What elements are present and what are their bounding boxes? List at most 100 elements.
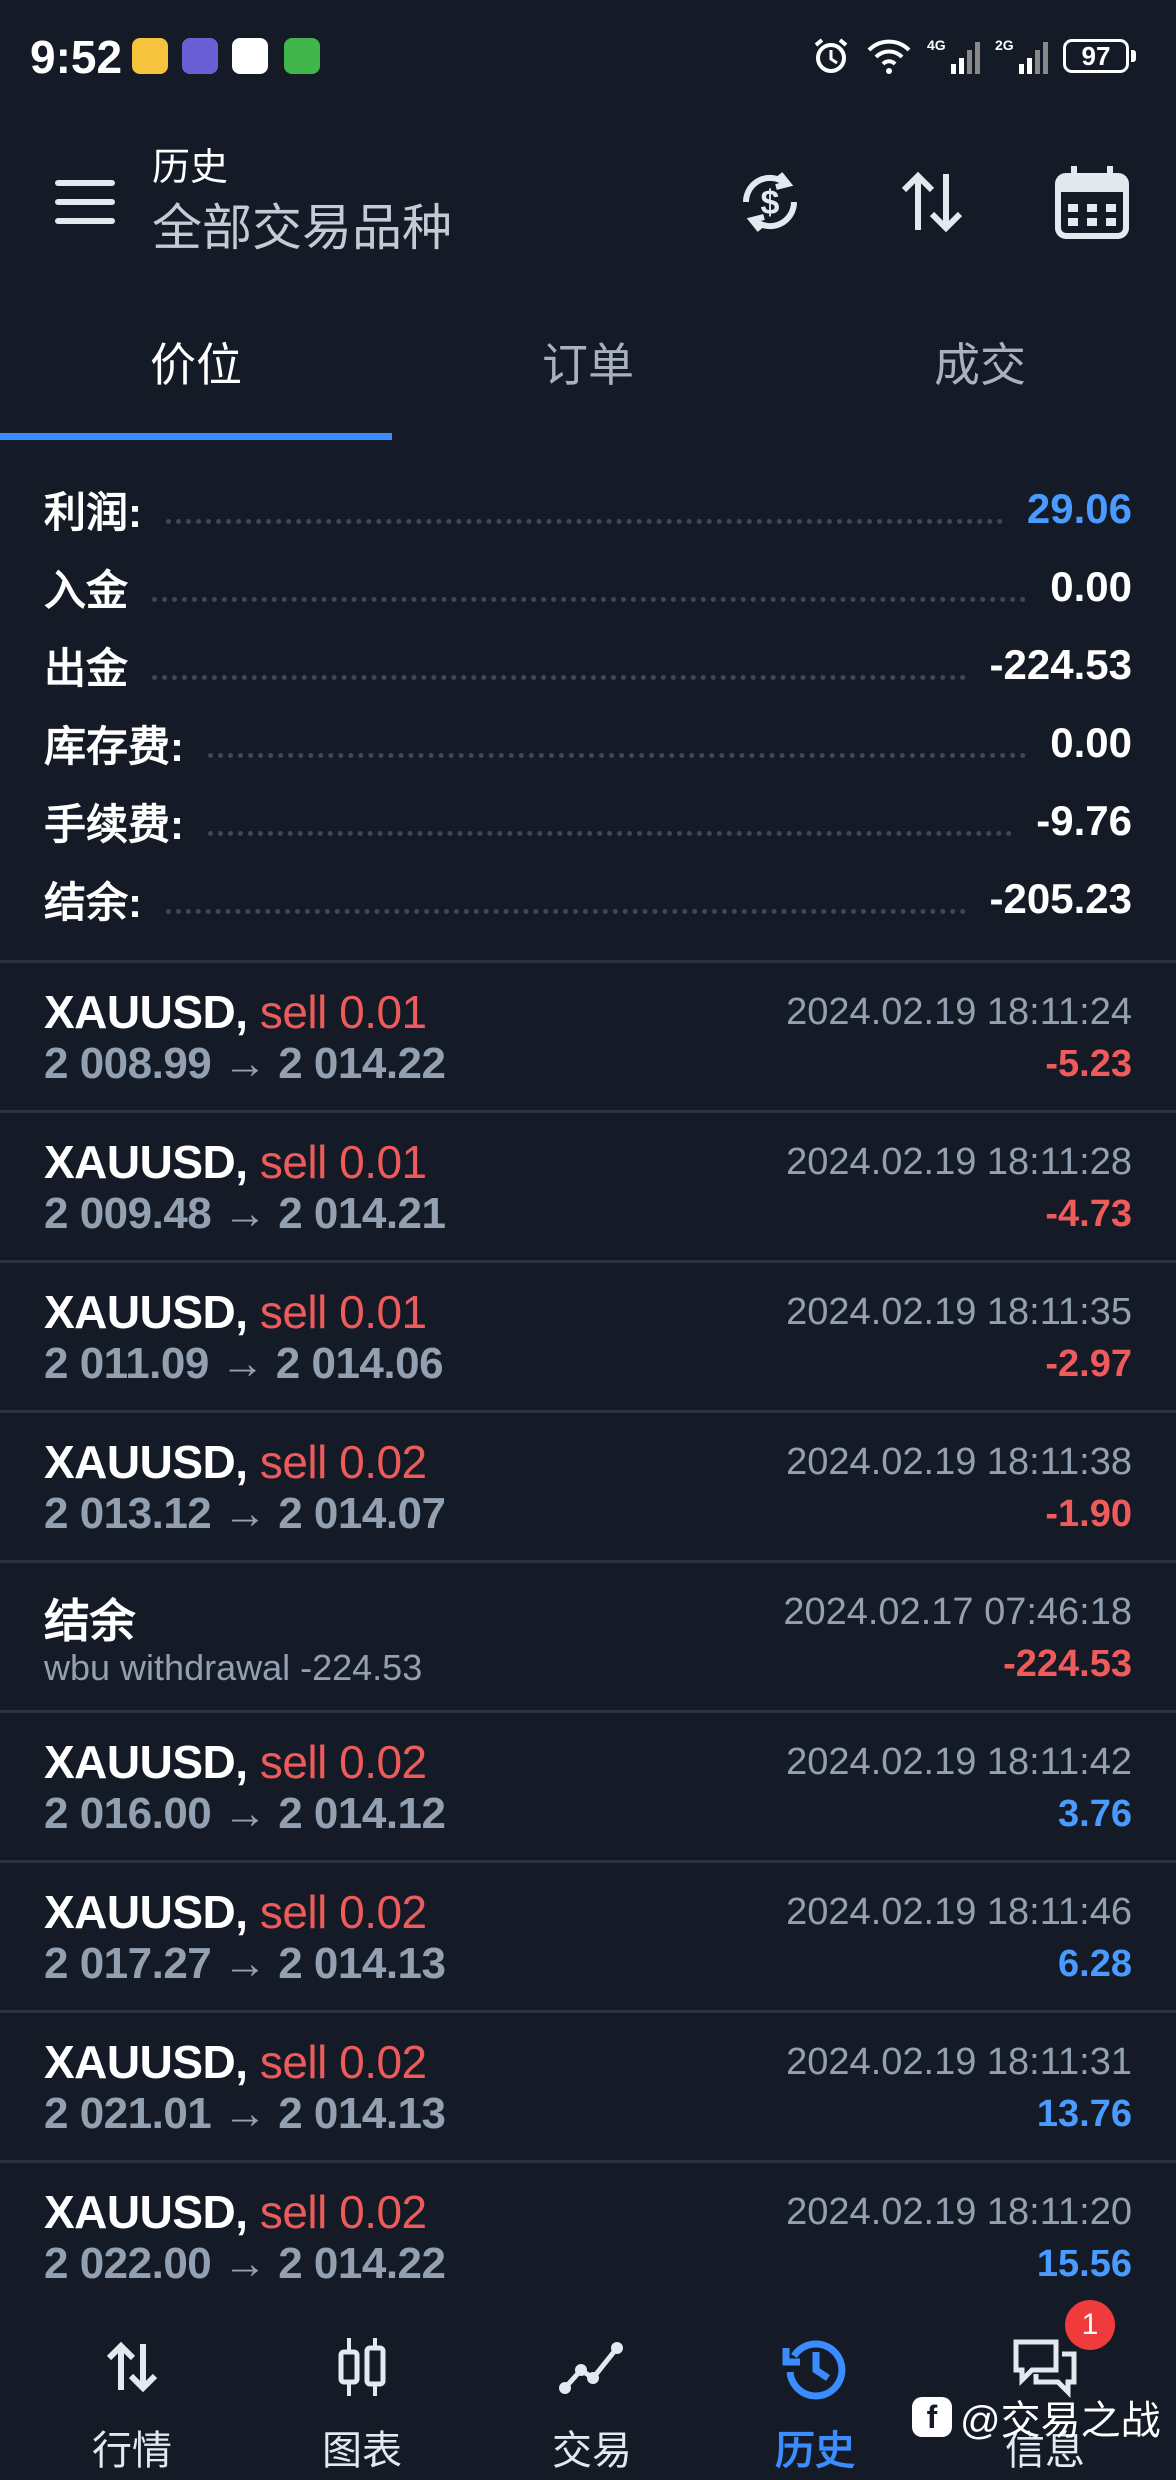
sort-icon[interactable] bbox=[890, 160, 974, 244]
deal-profit: -2.97 bbox=[1045, 1343, 1132, 1385]
deal-symbol: XAUUSD, bbox=[44, 1736, 248, 1788]
tab-orders[interactable]: 订单 bbox=[392, 310, 784, 440]
deal-symbol: XAUUSD, bbox=[44, 1886, 248, 1938]
summary-value: 0.00 bbox=[1050, 719, 1132, 766]
summary-row-withdrawal: 出金 -224.53 bbox=[0, 626, 1176, 704]
deal-prices: 2 013.12 → 2 014.07 bbox=[44, 1489, 446, 1538]
nav-charts[interactable]: 图表 bbox=[247, 2300, 477, 2480]
candlestick-icon bbox=[338, 2338, 386, 2396]
deal-row[interactable]: XAUUSD, sell 0.02 2 022.00 → 2 014.22 20… bbox=[0, 2163, 1176, 2310]
nav-trade[interactable]: 交易 bbox=[477, 2300, 707, 2480]
deal-time: 2024.02.19 18:11:46 bbox=[786, 1891, 1132, 1933]
trade-line-icon bbox=[559, 2342, 623, 2394]
summary-value: 29.06 bbox=[1026, 485, 1132, 532]
summary-row-commission: 手续费: -9.76 bbox=[0, 782, 1176, 860]
deal-prices: 2 021.01 → 2 014.13 bbox=[44, 2089, 446, 2138]
deal-symbol: XAUUSD, bbox=[44, 1136, 248, 1188]
calendar-icon[interactable] bbox=[1050, 160, 1134, 244]
signal-4g-icon: 4G bbox=[927, 37, 980, 74]
deal-time: 2024.02.19 18:11:42 bbox=[786, 1741, 1132, 1783]
tab-bar: 价位 订单 成交 bbox=[0, 310, 1176, 440]
deal-prices: 2 022.00 → 2 014.22 bbox=[44, 2239, 446, 2288]
summary-value: 0.00 bbox=[1050, 563, 1132, 610]
deal-prices: 2 008.99 → 2 014.22 bbox=[44, 1039, 446, 1088]
deal-time: 2024.02.19 18:11:38 bbox=[786, 1441, 1132, 1483]
svg-text:2G: 2G bbox=[995, 37, 1014, 53]
deal-profit: -5.23 bbox=[1045, 1043, 1132, 1085]
status-time: 9:52 bbox=[30, 31, 123, 83]
deal-side: sell 0.02 bbox=[259, 2186, 427, 2238]
deal-profit: -4.73 bbox=[1045, 1193, 1132, 1235]
deal-row[interactable]: XAUUSD, sell 0.02 2 017.27 → 2 014.13 20… bbox=[0, 1863, 1176, 2013]
watermark-text: @交易之战 bbox=[960, 2399, 1161, 2443]
currency-sync-icon[interactable]: $ bbox=[728, 160, 812, 244]
deal-symbol: XAUUSD, bbox=[44, 1436, 248, 1488]
signal-2g-icon: 2G bbox=[995, 37, 1048, 74]
history-clock-icon bbox=[782, 2340, 846, 2400]
summary-label: 出金 bbox=[44, 644, 129, 692]
menu-icon[interactable] bbox=[55, 180, 115, 224]
tab-positions[interactable]: 价位 bbox=[0, 310, 392, 440]
deal-symbol: XAUUSD, bbox=[44, 2186, 248, 2238]
tab-indicator bbox=[0, 433, 392, 440]
deal-side: sell 0.02 bbox=[259, 1886, 427, 1938]
deals-list: XAUUSD, sell 0.01 2 008.99 → 2 014.22 20… bbox=[0, 963, 1176, 2310]
wifi-icon bbox=[867, 39, 911, 74]
nav-label: 历史 bbox=[775, 2429, 855, 2473]
app-header: 历史 全部交易品种 $ bbox=[0, 130, 1176, 280]
watermark: f @交易之战 bbox=[912, 2388, 1161, 2446]
deal-profit: -1.90 bbox=[1045, 1493, 1132, 1535]
deal-comment: wbu withdrawal -224.53 bbox=[44, 1647, 423, 1688]
deal-row[interactable]: XAUUSD, sell 0.01 2 009.48 → 2 014.21 20… bbox=[0, 1113, 1176, 1263]
deal-row[interactable]: XAUUSD, sell 0.02 2 013.12 → 2 014.07 20… bbox=[0, 1413, 1176, 1563]
deal-row[interactable]: XAUUSD, sell 0.02 2 016.00 → 2 014.12 20… bbox=[0, 1713, 1176, 1863]
svg-text:4G: 4G bbox=[927, 37, 946, 53]
deal-side: sell 0.02 bbox=[259, 1736, 427, 1788]
58-app-notification-icon bbox=[232, 38, 268, 74]
deal-row[interactable]: XAUUSD, sell 0.02 2 021.01 → 2 014.13 20… bbox=[0, 2013, 1176, 2163]
nav-quotes[interactable]: 行情 bbox=[17, 2300, 247, 2480]
deal-profit: 13.76 bbox=[1036, 2093, 1132, 2135]
deal-side: sell 0.02 bbox=[259, 1436, 427, 1488]
app-notification-icon bbox=[182, 38, 218, 74]
deal-symbol: 结余 bbox=[44, 1595, 136, 1647]
notification-badge: 1 bbox=[1065, 2300, 1115, 2350]
deal-side: sell 0.01 bbox=[259, 1286, 427, 1338]
nav-label: 交易 bbox=[552, 2429, 632, 2473]
deal-time: 2024.02.19 18:11:35 bbox=[786, 1291, 1132, 1333]
deal-side: sell 0.01 bbox=[259, 986, 427, 1038]
summary-label: 利润: bbox=[44, 488, 142, 536]
nav-label: 行情 bbox=[92, 2429, 172, 2473]
balance-row[interactable]: 结余 wbu withdrawal -224.53 2024.02.17 07:… bbox=[0, 1563, 1176, 1713]
page-title: 历史 bbox=[152, 147, 229, 189]
deal-prices: 2 009.48 → 2 014.21 bbox=[44, 1189, 446, 1238]
summary-value: -224.53 bbox=[989, 641, 1132, 688]
deal-row[interactable]: XAUUSD, sell 0.01 2 008.99 → 2 014.22 20… bbox=[0, 963, 1176, 1113]
battery-icon: 97 bbox=[1063, 39, 1136, 73]
summary-row-deposit: 入金 0.00 bbox=[0, 548, 1176, 626]
deal-time: 2024.02.19 18:11:28 bbox=[786, 1141, 1132, 1183]
deal-time: 2024.02.19 18:11:31 bbox=[786, 2041, 1132, 2083]
nav-history[interactable]: 历史 bbox=[700, 2300, 930, 2480]
summary-row-balance: 结余: -205.23 bbox=[0, 860, 1176, 938]
evernote-notification-icon bbox=[284, 38, 320, 74]
svg-text:$: $ bbox=[761, 184, 780, 222]
deal-row[interactable]: XAUUSD, sell 0.01 2 011.09 → 2 014.06 20… bbox=[0, 1263, 1176, 1413]
deal-time: 2024.02.19 18:11:20 bbox=[786, 2191, 1132, 2233]
deal-time: 2024.02.17 07:46:18 bbox=[783, 1591, 1132, 1633]
summary-row-swap: 库存费: 0.00 bbox=[0, 704, 1176, 782]
deal-side: sell 0.02 bbox=[259, 2036, 427, 2088]
deal-symbol: XAUUSD, bbox=[44, 2036, 248, 2088]
summary-value: -205.23 bbox=[989, 875, 1132, 922]
tab-deals[interactable]: 成交 bbox=[784, 310, 1176, 440]
deal-profit: 6.28 bbox=[1058, 1943, 1132, 1985]
summary-label: 库存费: bbox=[44, 722, 184, 770]
deal-profit: 15.56 bbox=[1036, 2243, 1132, 2285]
deal-time: 2024.02.19 18:11:24 bbox=[786, 991, 1132, 1033]
summary-panel: 利润: 29.06 入金 0.00 出金 -224.53 库存费: 0.00 手… bbox=[0, 470, 1176, 938]
symbol-filter[interactable]: 全部交易品种 bbox=[152, 196, 452, 260]
deal-prices: 2 011.09 → 2 014.06 bbox=[44, 1339, 444, 1388]
quotes-arrows-icon bbox=[106, 2341, 158, 2393]
deal-prices: 2 017.27 → 2 014.13 bbox=[44, 1939, 446, 1988]
mail-notification-icon bbox=[132, 38, 168, 74]
